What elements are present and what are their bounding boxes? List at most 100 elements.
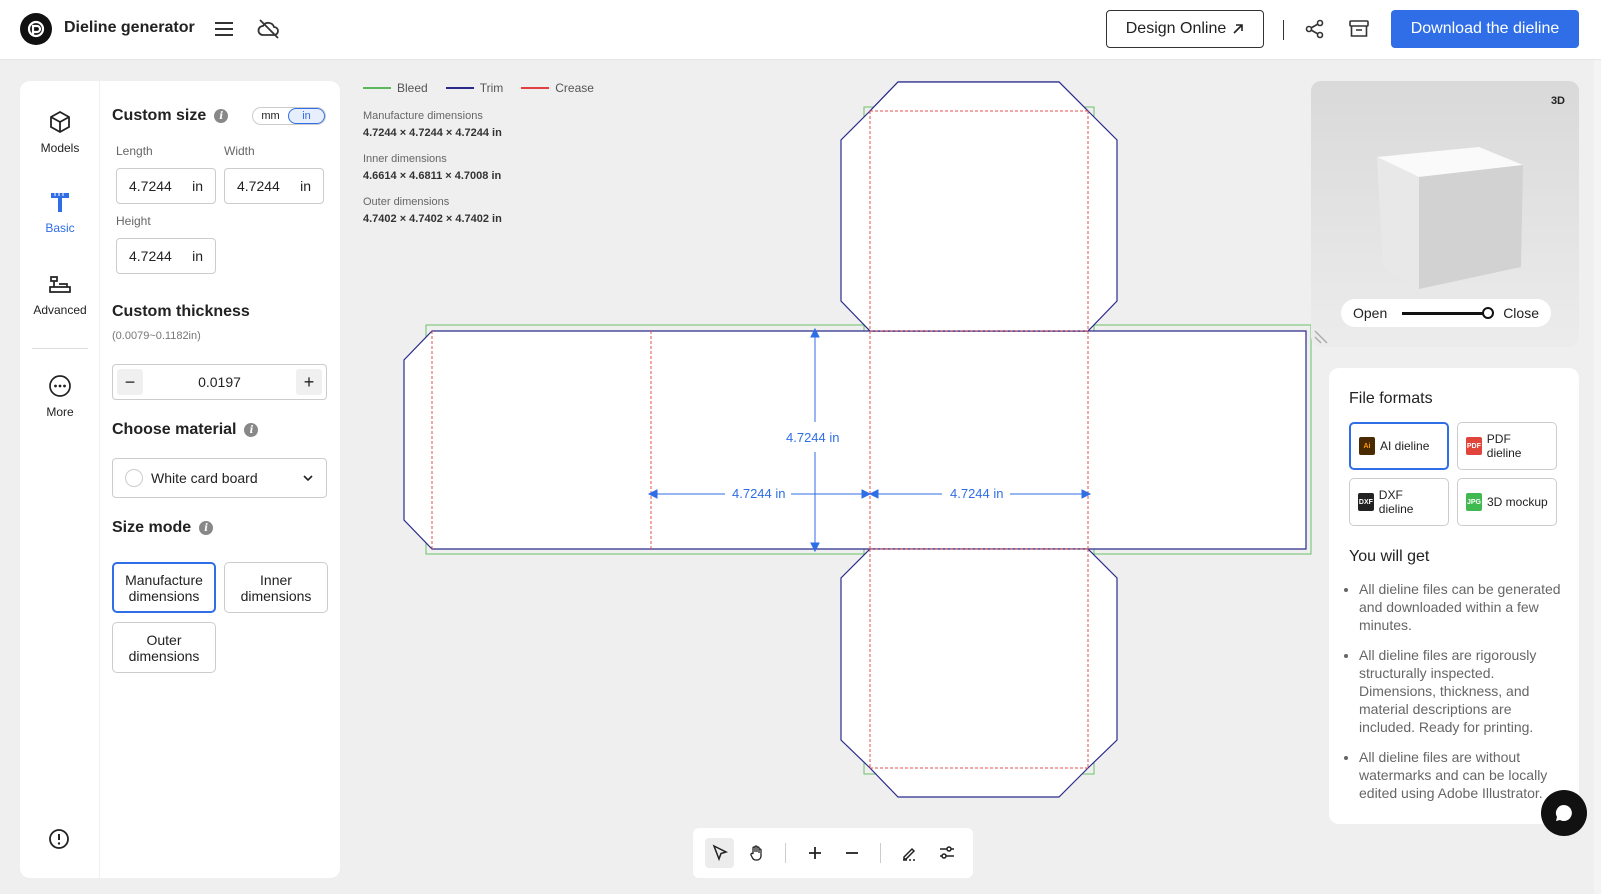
length-unit: in (192, 178, 203, 194)
legend-crease-swatch (521, 87, 550, 89)
inner-dims-label: Inner dimensions (363, 153, 447, 165)
unit-mm-option[interactable]: mm (253, 108, 288, 124)
chat-button[interactable] (1541, 790, 1587, 836)
inner-dimensions-button[interactable]: Inner dimensions (224, 562, 328, 613)
pan-tool-button[interactable] (742, 838, 771, 868)
height-field[interactable]: 4.7244 in (116, 238, 216, 274)
choose-material-title: Choose material (112, 421, 237, 438)
nav-item-more[interactable]: More (20, 373, 100, 419)
design-online-button[interactable]: Design Online (1106, 10, 1264, 48)
legend-bleed: Bleed (363, 81, 428, 95)
3d-view-icon[interactable]: 3D (1551, 95, 1565, 107)
size-mode-title: Size mode (112, 519, 192, 536)
pdf-dieline-label: PDF dieline (1486, 432, 1522, 460)
tools-icon (49, 276, 71, 293)
pen-icon (902, 847, 915, 861)
design-online-label: Design Online (1125, 20, 1227, 37)
info-icon[interactable]: i (199, 521, 214, 535)
nav-item-basic[interactable]: Basic (20, 189, 100, 235)
dimensions-info: Manufacture dimensions 4.7244 × 4.7244 ×… (363, 108, 502, 237)
file-formats-title: File formats (1349, 390, 1433, 407)
size-mode-heading: Size mode i (112, 519, 214, 537)
width-field[interactable]: 4.7244 in (224, 168, 324, 204)
cube-icon (50, 110, 70, 134)
bleed-lines (425, 106, 1312, 775)
ai-dieline-option[interactable]: Ai AI dieline (1349, 422, 1449, 470)
chat-bubble-icon (1555, 804, 1572, 821)
height-measure-label: 4.7244 in (786, 430, 840, 445)
plus-icon (808, 847, 821, 859)
info-icon[interactable]: i (244, 423, 259, 437)
open-label: Open (1353, 305, 1388, 321)
3d-preview[interactable]: 3D Open Close (1311, 81, 1579, 347)
manufacture-dimensions-button[interactable]: Manufacture dimensions (112, 562, 216, 613)
height-label: Height (116, 214, 151, 228)
you-will-get-title: You will get (1349, 548, 1430, 565)
length-field[interactable]: 4.7244 in (116, 168, 216, 204)
info-icon[interactable]: i (214, 109, 229, 123)
nav-label-more: More (46, 405, 74, 419)
chevron-down-icon (303, 475, 313, 482)
nav-item-advanced[interactable]: Advanced (20, 271, 100, 317)
pdf-file-icon: PDF (1466, 437, 1482, 455)
edit-tool-button[interactable] (895, 838, 924, 868)
left-nav: Models Basic Advanced More (20, 81, 100, 878)
share-icon[interactable] (1302, 16, 1328, 42)
slider-track[interactable] (1402, 306, 1495, 319)
zoom-in-button[interactable] (800, 838, 829, 868)
thickness-value[interactable]: 0.0197 (198, 374, 241, 390)
file-formats-panel: File formats Ai AI dieline PDF PDF dieli… (1329, 368, 1579, 824)
app-logo[interactable] (20, 13, 52, 45)
dieline-legend: Bleed Trim Crease (363, 81, 594, 95)
custom-thickness-title: Custom thickness (112, 303, 250, 320)
legend-trim-label: Trim (479, 81, 504, 95)
close-label: Close (1503, 305, 1539, 321)
header-divider (1283, 20, 1284, 40)
material-select[interactable]: White card board (112, 458, 327, 498)
menu-icon[interactable] (211, 16, 237, 42)
minus-icon (845, 852, 858, 854)
resize-handle-icon[interactable] (1311, 321, 1337, 347)
download-dieline-button[interactable]: Download the dieline (1391, 10, 1579, 48)
width-value: 4.7244 (237, 178, 280, 194)
height-value: 4.7244 (129, 248, 172, 264)
outer-dimensions-button[interactable]: Outer dimensions (112, 622, 216, 673)
outer-dims-label: Outer dimensions (363, 196, 450, 208)
ai-file-icon: Ai (1359, 437, 1375, 455)
custom-size-title: Custom size (112, 107, 207, 124)
zoom-out-button[interactable] (837, 838, 866, 868)
toolbar-divider (880, 843, 881, 863)
cloud-off-icon[interactable] (256, 16, 282, 42)
slider-knob[interactable] (1482, 306, 1495, 319)
page-scrollbar[interactable] (1594, 60, 1601, 894)
settings-tool-button[interactable] (932, 838, 961, 868)
box-icon[interactable] (1346, 16, 1372, 42)
3d-mockup-option[interactable]: JPG 3D mockup (1457, 478, 1557, 526)
jpg-file-icon: JPG (1466, 493, 1482, 511)
pointer-icon (712, 844, 728, 862)
benefit-item: All dieline files are rigorously structu… (1359, 646, 1569, 736)
ai-dieline-label: AI dieline (1380, 439, 1430, 453)
toolbar-divider (785, 843, 786, 863)
sliders-icon (939, 846, 954, 859)
unit-in-option[interactable]: in (288, 108, 325, 124)
increment-button[interactable]: + (295, 369, 322, 395)
app-title: Dieline generator (64, 19, 195, 36)
3d-mockup-label: 3D mockup (1487, 495, 1548, 509)
dxf-dieline-option[interactable]: DXF DXF dieline (1349, 478, 1449, 526)
length-value: 4.7244 (129, 178, 172, 194)
nav-label-models: Models (40, 141, 80, 155)
height-unit: in (192, 248, 203, 264)
decrement-button[interactable]: − (117, 369, 143, 395)
legend-trim-swatch (445, 87, 474, 89)
legend-crease-label: Crease (555, 81, 594, 95)
alert-icon[interactable] (48, 828, 70, 850)
nav-item-models[interactable]: Models (20, 109, 100, 155)
open-close-slider: Open Close (1341, 299, 1551, 327)
ruler-icon (51, 193, 69, 212)
width-measure-label: 4.7244 in (732, 486, 786, 501)
pdf-dieline-option[interactable]: PDF PDF dieline (1457, 422, 1557, 470)
select-tool-button[interactable] (705, 838, 735, 868)
thickness-stepper: − 0.0197 + (112, 364, 327, 400)
dxf-file-icon: DXF (1358, 493, 1374, 511)
